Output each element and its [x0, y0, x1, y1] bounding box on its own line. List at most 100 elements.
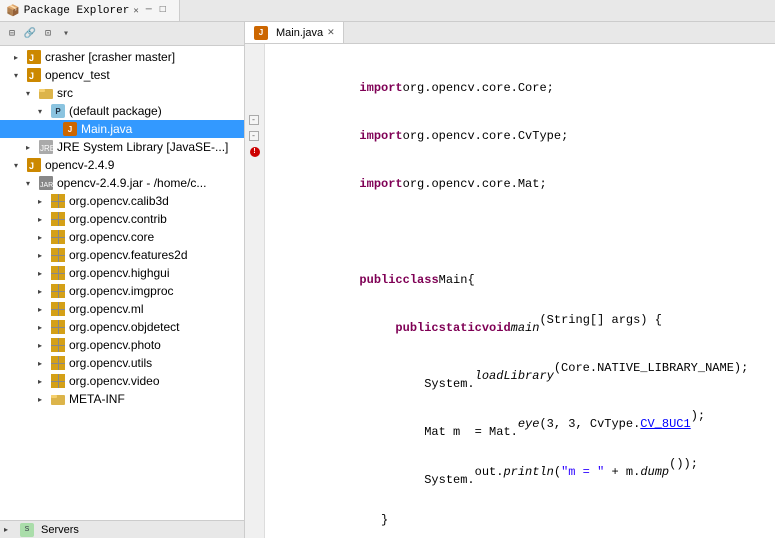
gutter-line-6: -	[247, 128, 263, 144]
editor-tab-label: Main.java	[276, 27, 323, 39]
tree-item-jre[interactable]: ▸ JRE JRE System Library [JavaSE-...]	[0, 138, 244, 156]
ml-icon	[50, 301, 66, 317]
top-bar: 📦 Package Explorer ✕ ─ □	[0, 0, 775, 22]
photo-icon	[50, 337, 66, 353]
contrib-icon	[50, 211, 66, 227]
refresh-btn[interactable]: ⊡	[40, 26, 56, 42]
editor-content: - - ! import org.opencv.core.Core;	[245, 44, 775, 538]
features2d-icon	[50, 247, 66, 263]
core-label: org.opencv.core	[69, 230, 154, 244]
code-line-class: public class Main {	[273, 272, 767, 288]
imgproc-icon	[50, 283, 66, 299]
video-label: org.opencv.video	[69, 374, 160, 388]
tree-item-src[interactable]: ▾ src	[0, 84, 244, 102]
main-java-editor-tab[interactable]: J Main.java ✕	[245, 22, 344, 43]
link-editor-btn[interactable]: 🔗	[22, 26, 38, 42]
tree-item-contrib[interactable]: ▸ org.opencv.contrib	[0, 210, 244, 228]
utils-label: org.opencv.utils	[69, 356, 152, 370]
package-explorer-label: Package Explorer	[24, 5, 130, 17]
opencv249-icon: J	[26, 157, 42, 173]
ml-label: org.opencv.ml	[69, 302, 143, 316]
editor-java-icon: J	[253, 25, 269, 41]
servers-item[interactable]: ▸ S Servers	[4, 522, 79, 538]
svg-text:J: J	[29, 53, 34, 63]
tree-item-default-pkg[interactable]: ▾ P (default package)	[0, 102, 244, 120]
opencv-test-label: opencv_test	[45, 68, 110, 82]
tree-item-imgproc[interactable]: ▸ org.opencv.imgproc	[0, 282, 244, 300]
code-line-println: System.out.println("m = " + m.dump());	[273, 464, 767, 480]
code-line-close1: }	[273, 512, 767, 528]
explorer-toolbar: ⊟ 🔗 ⊡ ▾	[0, 22, 244, 46]
calib3d-label: org.opencv.calib3d	[69, 194, 169, 208]
opencv-jar-label: opencv-2.4.9.jar - /home/c...	[57, 176, 206, 190]
svg-text:J: J	[29, 71, 34, 81]
svg-text:JRE: JRE	[40, 144, 53, 153]
crasher-project-icon: J	[26, 49, 42, 65]
jre-label: JRE System Library [JavaSE-...]	[57, 140, 228, 154]
main-java-icon: J	[62, 121, 78, 137]
opencv249-label: opencv-2.4.9	[45, 158, 114, 172]
tree-item-calib3d[interactable]: ▸ org.opencv.calib3d	[0, 192, 244, 210]
tree-item-meta-inf[interactable]: ▸ META-INF	[0, 390, 244, 408]
editor-tab-close[interactable]: ✕	[327, 27, 335, 38]
opencv-test-project-icon: J	[26, 67, 42, 83]
tree-item-video[interactable]: ▸ org.opencv.video	[0, 372, 244, 390]
collapse-marker-inner[interactable]: -	[249, 131, 259, 141]
gutter-line-8	[247, 160, 263, 176]
gutter-line-7: !	[247, 144, 263, 160]
svg-text:J: J	[29, 161, 34, 171]
contrib-label: org.opencv.contrib	[69, 212, 167, 226]
core-icon	[50, 229, 66, 245]
gutter-line-11	[247, 208, 263, 224]
package-explorer-icon: 📦	[6, 4, 20, 18]
opencv-jar-icon: JAR	[38, 175, 54, 191]
tree-item-features2d[interactable]: ▸ org.opencv.features2d	[0, 246, 244, 264]
gutter-line-4	[247, 96, 263, 112]
package-explorer-close[interactable]: ✕	[133, 6, 138, 16]
tree-item-opencv-jar[interactable]: ▾ JAR opencv-2.4.9.jar - /home/c...	[0, 174, 244, 192]
collapse-all-btn[interactable]: ⊟	[4, 26, 20, 42]
highgui-icon	[50, 265, 66, 281]
meta-inf-label: META-INF	[69, 392, 125, 406]
tree-item-crasher[interactable]: ▸ J crasher [crasher master]	[0, 48, 244, 66]
tree-item-utils[interactable]: ▸ org.opencv.utils	[0, 354, 244, 372]
view-menu-btn[interactable]: ▾	[58, 26, 74, 42]
bottom-bar: ▸ S Servers	[0, 520, 244, 538]
imgproc-label: org.opencv.imgproc	[69, 284, 174, 298]
editor-panel: J Main.java ✕ - - !	[245, 22, 775, 538]
code-line-import1: import org.opencv.core.Core;	[273, 80, 767, 96]
gutter-line-9	[247, 176, 263, 192]
code-line-main: public static void main(String[] args) {	[273, 320, 767, 336]
gutter-line-10	[247, 192, 263, 208]
tree-item-ml[interactable]: ▸ org.opencv.ml	[0, 300, 244, 318]
code-area[interactable]: import org.opencv.core.Core; import org.…	[265, 44, 775, 538]
gutter-line-5: -	[247, 112, 263, 128]
tree-item-objdetect[interactable]: ▸ org.opencv.objdetect	[0, 318, 244, 336]
tree-item-photo[interactable]: ▸ org.opencv.photo	[0, 336, 244, 354]
minimize-btn[interactable]: ─	[143, 4, 155, 17]
video-icon	[50, 373, 66, 389]
editor-gutter: - - !	[245, 44, 265, 538]
collapse-marker[interactable]: -	[249, 115, 259, 125]
gutter-line-2	[247, 64, 263, 80]
editor-tabs: J Main.java ✕	[245, 22, 775, 44]
jre-lib-icon: JRE	[38, 139, 54, 155]
package-explorer-tab[interactable]: 📦 Package Explorer ✕ ─ □	[0, 0, 180, 21]
main-java-label: Main.java	[81, 122, 132, 136]
code-line-mat: Mat m = Mat.eye(3, 3, CvType.CV_8UC1);	[273, 416, 767, 432]
tree-item-opencv-test[interactable]: ▾ J opencv_test	[0, 66, 244, 84]
tree-item-opencv249[interactable]: ▾ J opencv-2.4.9	[0, 156, 244, 174]
objdetect-icon	[50, 319, 66, 335]
tree-item-main-java[interactable]: J Main.java	[0, 120, 244, 138]
src-folder-icon	[38, 85, 54, 101]
tree-item-core[interactable]: ▸ org.opencv.core	[0, 228, 244, 246]
code-line-blank	[273, 224, 767, 240]
tree-item-highgui[interactable]: ▸ org.opencv.highgui	[0, 264, 244, 282]
maximize-btn[interactable]: □	[157, 4, 169, 17]
error-marker: !	[250, 147, 260, 157]
photo-label: org.opencv.photo	[69, 338, 161, 352]
crasher-label: crasher [crasher master]	[45, 50, 175, 64]
main-layout: ⊟ 🔗 ⊡ ▾ ▸ J crasher [crasher master] ▾ J	[0, 22, 775, 538]
code-line-import2: import org.opencv.core.CvType;	[273, 128, 767, 144]
features2d-label: org.opencv.features2d	[69, 248, 188, 262]
